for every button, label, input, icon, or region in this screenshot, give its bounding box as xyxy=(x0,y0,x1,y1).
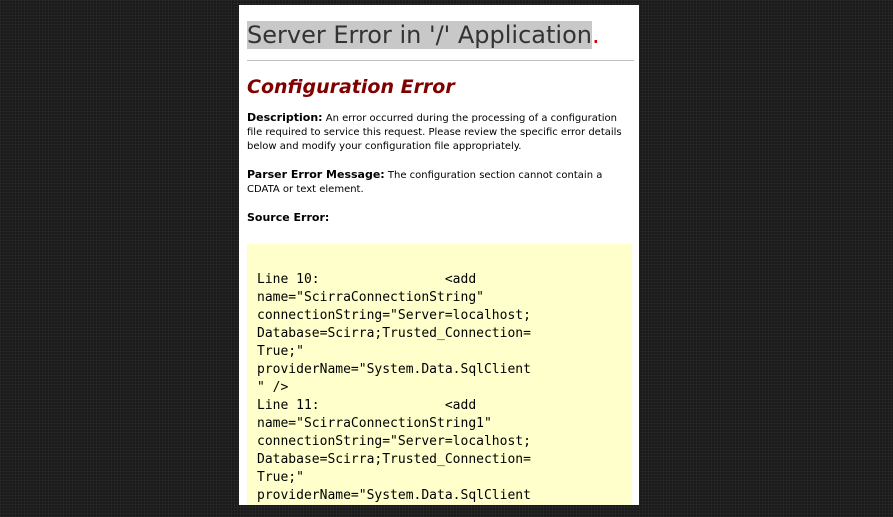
page-title-text: Server Error in '/' Application xyxy=(247,21,592,49)
code-line: Database=Scirra;Trusted_Connection= xyxy=(257,326,531,341)
description-paragraph: Description: An error occurred during th… xyxy=(247,111,635,154)
code-line: Line 10: <add xyxy=(257,272,477,287)
code-line: connectionString="Server=localhost; xyxy=(257,308,531,323)
code-line: Line 11: <add xyxy=(257,398,477,413)
source-error-label: Source Error: xyxy=(247,211,330,224)
code-line: True;" xyxy=(257,470,304,485)
code-line: " /> xyxy=(257,380,289,395)
page-title: Server Error in '/' Application. xyxy=(247,19,631,51)
code-line: connectionString="Server=localhost; xyxy=(257,434,531,449)
source-error-paragraph: Source Error: xyxy=(247,211,635,226)
parser-error-label: Parser Error Message: xyxy=(247,168,385,181)
description-label: Description: xyxy=(247,111,323,124)
code-line: True;" xyxy=(257,344,304,359)
source-code: Line 10: <add name="ScirraConnectionStri… xyxy=(247,244,632,505)
page-header: Server Error in '/' Application. xyxy=(239,5,639,51)
code-line: providerName="System.Data.SqlClient xyxy=(257,362,531,377)
code-line: Database=Scirra;Trusted_Connection= xyxy=(257,452,531,467)
error-page: Server Error in '/' Application. Configu… xyxy=(239,5,639,505)
code-line: name="ScirraConnectionString1" xyxy=(257,416,492,431)
parser-error-paragraph: Parser Error Message: The configuration … xyxy=(247,168,635,197)
error-subtitle: Configuration Error xyxy=(247,76,455,98)
source-code-box: Line 10: <add name="ScirraConnectionStri… xyxy=(247,244,632,505)
code-line: name="ScirraConnectionString" xyxy=(257,290,484,305)
header-divider xyxy=(247,60,634,61)
code-line: providerName="System.Data.SqlClient xyxy=(257,488,531,503)
page-title-dot: . xyxy=(591,21,600,49)
